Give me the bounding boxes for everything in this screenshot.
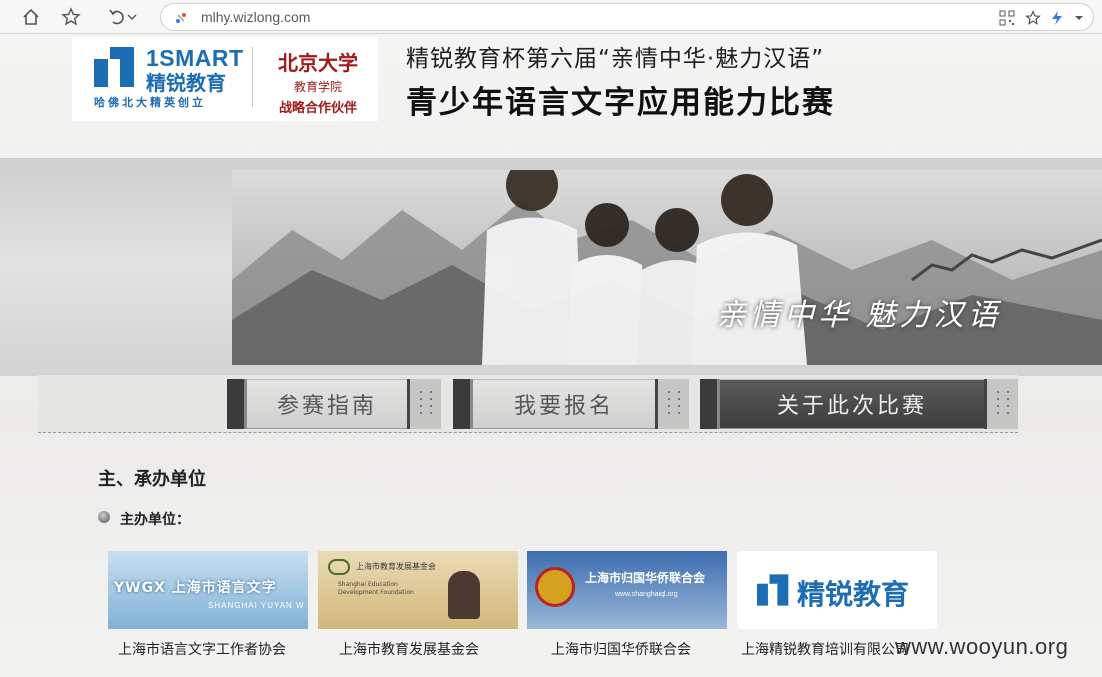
address-bar[interactable]: mlhy.wizlong.com [160,3,1094,31]
org-logo-text: YWGX 上海市语言文字 [114,580,277,596]
logo-tagline: 哈佛北大精英创立 [94,96,206,109]
nav-label-guide[interactable]: 参赛指南 [247,379,407,429]
org-logo-subtext: Shanghai Education Development Foundatio… [338,581,414,596]
home-icon[interactable] [18,4,44,30]
partner-role: 战略合作伙伴 [278,101,357,116]
watermark: www.wooyun.org [895,634,1069,659]
page-title-line1: 精锐教育杯第六届“亲情中华·魅力汉语” [406,46,825,72]
nav-item-register[interactable]: 我要报名 [453,379,689,429]
1smart-logo-icon [757,574,789,606]
org-name-education-foundation[interactable]: 上海市教育发展基金会 [339,639,479,659]
menu-chevron-icon[interactable] [1069,8,1089,28]
org-logo-subtext: SHANGHAI YUYAN W [208,601,305,610]
qr-code-icon[interactable] [997,8,1017,28]
org-logo-text: 上海市归国华侨联合会 [585,571,706,585]
org-logo-language-association[interactable]: YWGX 上海市语言文字 SHANGHAI YUYAN W [108,551,308,629]
url-text[interactable]: mlhy.wizlong.com [201,9,310,25]
header-logo[interactable]: 1SMART 精锐教育 哈佛北大精英创立 北京大学 教育学院 战略合作伙伴 [72,37,378,121]
web-page: 1SMART 精锐教育 哈佛北大精英创立 北京大学 教育学院 战略合作伙伴 精锐… [0,35,1102,677]
federation-emblem-icon [535,567,575,607]
main-nav: 参赛指南 我要报名 关于此次比赛 [38,375,1018,433]
foundation-emblem-icon [328,559,350,575]
logo-divider [252,47,253,107]
banner-image: 亲情中华 魅力汉语 [232,170,1102,365]
mountain-landscape [232,170,1102,365]
org-name-1smart[interactable]: 上海精锐教育培训有限公司 [741,639,909,659]
org-logo-subtext: www.shanghaiql.org [615,591,678,598]
section-title: 主、承办单位 [98,469,206,490]
org-logo-text: 精锐教育 [797,578,910,611]
partner-logo: 北京大学 教育学院 战略合作伙伴 [268,47,368,116]
star-icon[interactable] [58,4,84,30]
nav-item-about[interactable]: 关于此次比赛 [700,379,1018,429]
org-name-overseas-chinese[interactable]: 上海市归国华侨联合会 [551,639,691,659]
banner-slogan: 亲情中华 魅力汉语 [716,298,1002,333]
chevron-down-icon[interactable] [124,4,140,30]
bullet-icon [98,511,110,523]
1smart-logo-icon [94,47,134,87]
org-logo-text: 上海市教育发展基金会 [356,562,436,571]
org-name-language-association[interactable]: 上海市语言文字工作者协会 [118,639,286,659]
partner-name: 北京大学 [278,51,358,75]
org-logo-1smart[interactable]: 精锐教育 [737,551,937,629]
nav-label-about[interactable]: 关于此次比赛 [720,379,984,429]
bookmark-star-icon[interactable] [1023,8,1043,28]
site-security-icon[interactable] [171,8,191,28]
lightning-icon[interactable] [1047,8,1067,28]
org-logo-overseas-chinese[interactable]: 上海市归国华侨联合会 www.shanghaiql.org [527,551,727,629]
nav-item-guide[interactable]: 参赛指南 [227,379,441,429]
partner-school: 教育学院 [293,80,342,94]
organizer-label: 主办单位： [120,512,190,528]
nav-label-register[interactable]: 我要报名 [473,379,655,429]
org-logo-education-foundation[interactable]: 上海市教育发展基金会 Shanghai Education Developmen… [318,551,518,629]
browser-toolbar: mlhy.wizlong.com [0,0,1102,34]
child-figure [448,571,480,619]
logo-brand-cn: 精锐教育 [146,71,226,95]
page-title-line2: 青少年语言文字应用能力比赛 [406,85,835,121]
